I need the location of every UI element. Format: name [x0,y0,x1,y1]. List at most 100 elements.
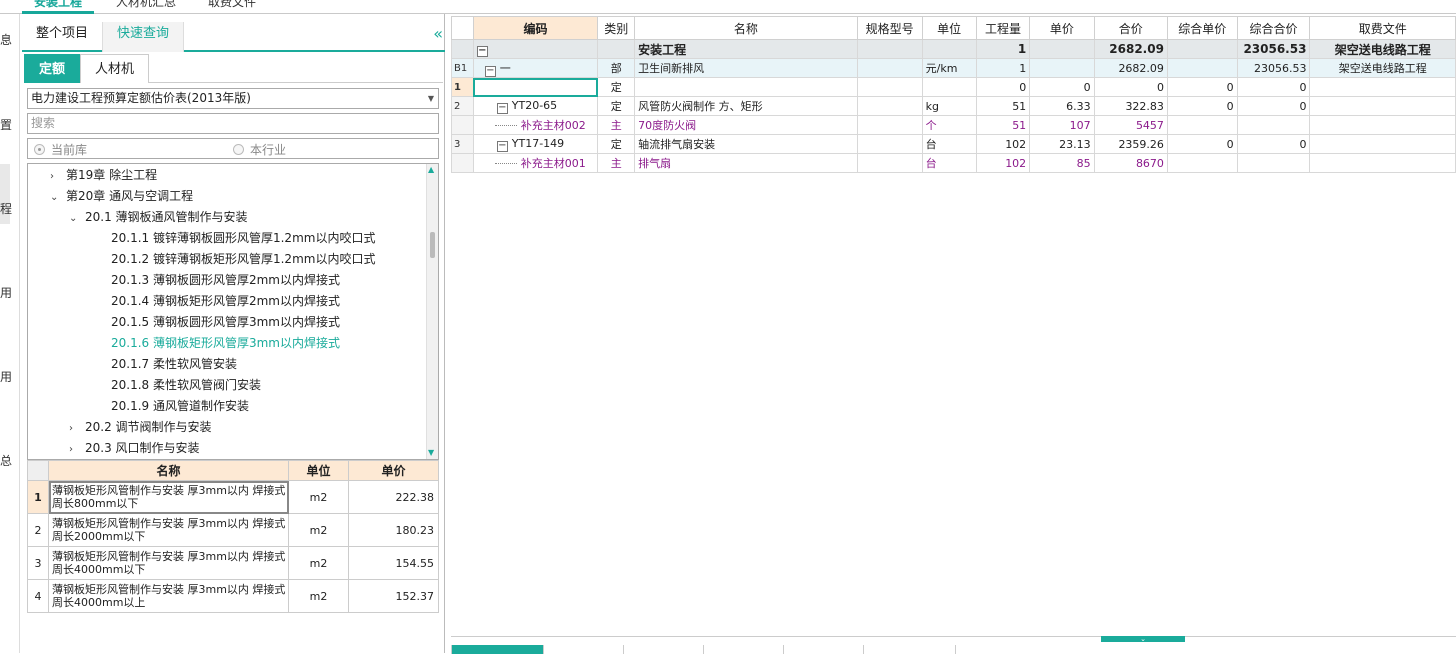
tree-leaf[interactable]: 20.1.3 薄钢板圆形风管厚2mm以内焊接式 [111,270,340,291]
search-input[interactable]: 搜索 [27,113,439,134]
result-name[interactable]: 薄钢板矩形风管制作与安装 厚3mm以内 焊接式 周长800mm以下 [48,480,289,514]
cell-spec[interactable] [856,58,923,78]
grid-row[interactable]: − 安装工程 1 2682.09 23056.53 架空送电线路工程 [451,39,1456,59]
cell-type[interactable]: 定 [597,96,636,116]
column-header-unit[interactable]: 单位 [921,16,977,40]
grid-row[interactable]: 2− YT20-65 定风管防火阀制作 方、矩形 kg 51 6.33 322.83 0 0 [451,96,1456,116]
column-header-total[interactable]: 合价 [1093,16,1168,40]
tree-leaf[interactable]: 20.1.7 柔性软风管安装 [111,354,237,375]
scroll-down-icon[interactable]: ▼ [428,448,434,457]
grid-row[interactable]: 补充主材001 主排气扇 台 102 85 8670 [451,153,1456,173]
cell-quantity[interactable]: 1 [975,39,1031,59]
column-header-composite-total[interactable]: 综合合价 [1236,16,1311,40]
column-header-unit[interactable]: 单位 [288,460,349,481]
cell-fee-file[interactable] [1309,134,1456,154]
cell-code[interactable]: − YT20-65 [472,96,599,116]
collapse-toggle-icon[interactable]: − [484,65,496,77]
tree-leaf[interactable]: 20.1.1 镀锌薄钢板圆形风管厚1.2mm以内咬口式 [111,228,375,249]
radio-current-library[interactable]: 当前库 [34,141,87,158]
tree-leaf[interactable]: 20.1.8 柔性软风管阀门安装 [111,375,261,396]
cell-type[interactable]: 定 [597,134,636,154]
cell-unit-price[interactable]: 107 [1029,115,1095,135]
column-header-unit-price[interactable]: 单价 [1029,16,1095,40]
expand-panel-handle[interactable]: ⌄ [1101,636,1185,643]
collapse-toggle-icon[interactable]: − [496,140,508,152]
tree-leaf[interactable]: 20.1.9 通风管道制作安装 [111,396,249,417]
column-header-type[interactable]: 类别 [597,16,636,40]
grid-row[interactable]: 1定00000 [451,77,1456,97]
column-header-quantity[interactable]: 工程量 [975,16,1031,40]
tab-quota[interactable]: 定额 [24,54,81,83]
cell-unit-price[interactable]: 85 [1029,153,1095,173]
tree-leaf[interactable]: 20.1.2 镀锌薄钢板矩形风管厚1.2mm以内咬口式 [111,249,375,270]
tab-material-summary[interactable]: 人材机汇总 [104,0,188,14]
cell-code[interactable]: 补充主材002 [472,115,599,135]
cell-name[interactable]: 70度防火阀 [634,115,858,135]
chevron-right-icon[interactable]: › [69,439,85,459]
tab-install-project[interactable]: 安装工程 [22,0,95,14]
tree-leaf-selected[interactable]: 20.1.6 薄钢板矩形风管厚3mm以内焊接式 [111,333,340,354]
column-header-name[interactable]: 名称 [48,460,289,481]
cell-spec[interactable] [856,39,923,59]
cell-unit-price[interactable] [1029,58,1095,78]
grid-row[interactable]: 3− YT17-149 定轴流排气扇安装台 102 23.13 2359.26 0 0 [451,134,1456,154]
cell-spec[interactable] [856,115,923,135]
tree-node[interactable]: ⌄ 第20章 通风与空调工程 [50,186,193,207]
result-name[interactable]: 薄钢板矩形风管制作与安装 厚3mm以内 焊接式 周长2000mm以下 [48,513,289,547]
left-nav-item[interactable]: 用 [0,368,12,385]
cell-unit[interactable]: kg [921,96,977,116]
table-row[interactable]: 3 薄钢板矩形风管制作与安装 厚3mm以内 焊接式 周长4000mm以下 m2 … [27,546,439,580]
tab-fee-file[interactable]: 取费文件 [196,0,268,14]
grid-row[interactable]: 补充主材002 主 70度防火阀 个 51 107 5457 [451,115,1456,135]
cell-quantity[interactable]: 1 [975,58,1031,78]
cell-type[interactable]: 主 [597,115,636,135]
cell-name[interactable]: 风管防火阀制作 方、矩形 [634,96,858,116]
cell-unit[interactable] [921,39,977,59]
tree-node[interactable]: ⌄ 20.1 薄钢板通风管制作与安装 [69,207,248,228]
left-nav-item[interactable]: 总 [0,452,12,469]
cell-name[interactable]: 安装工程 [634,39,858,59]
cell-fee-file[interactable] [1309,96,1456,116]
chevron-down-icon[interactable]: ⌄ [50,187,66,208]
cell-code[interactable]: − 一 [472,58,599,78]
cell-fee-file[interactable] [1309,115,1456,135]
tree-leaf[interactable]: 20.1.4 薄钢板矩形风管厚2mm以内焊接式 [111,291,340,312]
cell-spec[interactable] [856,153,923,173]
cell-quantity[interactable]: 0 [975,77,1031,97]
cell-unit-price[interactable] [1029,39,1095,59]
tab-quick-query[interactable]: 快速查询 [102,22,185,52]
tree-node[interactable]: › 20.2 调节阀制作与安装 [69,417,212,438]
grid-row[interactable]: B1− 一部卫生间新排风 元/km 1 2682.09 23056.53 架空送电线路工程 [451,58,1456,78]
cell-fee-file[interactable]: 架空送电线路工程 [1309,58,1456,78]
tree-node[interactable]: › 20.3 风口制作与安装 [69,438,200,459]
cell-spec[interactable] [856,77,923,97]
column-header-fee-file[interactable]: 取费文件 [1309,16,1456,40]
cell-name[interactable]: 轴流排气扇安装 [634,134,858,154]
result-name[interactable]: 薄钢板矩形风管制作与安装 厚3mm以内 焊接式 周长4000mm以上 [48,579,289,613]
column-header-name[interactable]: 名称 [634,16,858,40]
tree-leaf[interactable]: 20.1.5 薄钢板圆形风管厚3mm以内焊接式 [111,312,340,333]
cell-name[interactable] [634,77,858,97]
column-header-spec[interactable]: 规格型号 [856,16,923,40]
cell-name[interactable]: 排气扇 [634,153,858,173]
table-row[interactable]: 2 薄钢板矩形风管制作与安装 厚3mm以内 焊接式 周长2000mm以下 m2 … [27,513,439,547]
cell-type[interactable]: 部 [597,58,636,78]
cell-spec[interactable] [856,134,923,154]
column-header-code[interactable]: 编码 [472,16,599,40]
column-header-price[interactable]: 单价 [348,460,439,481]
chevron-down-icon[interactable]: ⌄ [69,208,85,229]
cell-unit[interactable]: 台 [921,153,977,173]
scrollbar-thumb[interactable] [430,232,435,258]
cell-name[interactable]: 卫生间新排风 [634,58,858,78]
cell-spec[interactable] [856,96,923,116]
chevron-right-icon[interactable]: › [69,418,85,439]
tab-labor-material-machine[interactable]: 人材机 [80,54,150,83]
table-row[interactable]: 1 薄钢板矩形风管制作与安装 厚3mm以内 焊接式 周长800mm以下 m2 2… [27,480,439,514]
cell-unit[interactable]: 元/km [921,58,977,78]
cell-fee-file[interactable] [1309,77,1456,97]
cell-quantity[interactable]: 51 [975,96,1031,116]
cell-unit[interactable]: 个 [921,115,977,135]
cell-unit-price[interactable]: 0 [1029,77,1095,97]
cell-type[interactable] [597,39,636,59]
cell-quantity[interactable]: 102 [975,134,1031,154]
